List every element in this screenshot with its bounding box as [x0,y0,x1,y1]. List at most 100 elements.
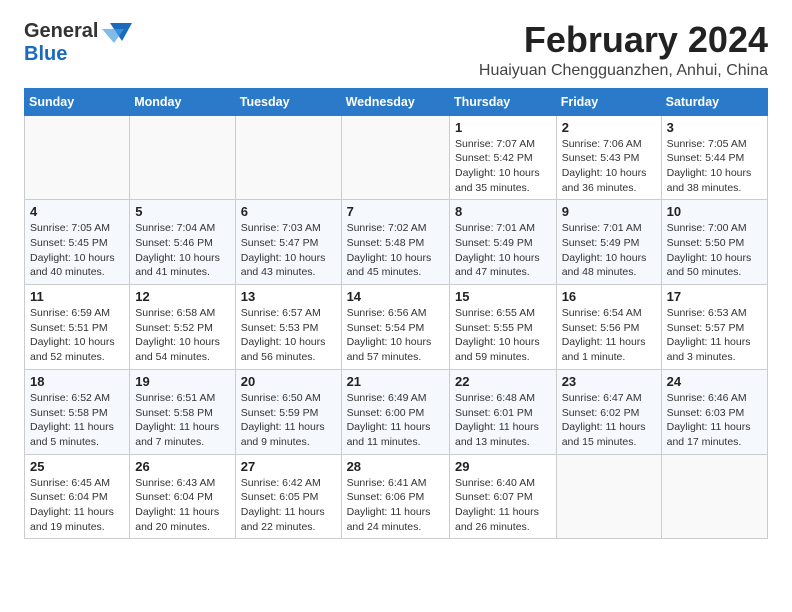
page-header: General Blue February 2024 Huaiyuan Chen… [24,20,768,80]
day-info: Sunrise: 6:41 AM Sunset: 6:06 PM Dayligh… [347,476,444,535]
day-number: 1 [455,120,551,135]
day-number: 14 [347,289,444,304]
day-number: 19 [135,374,230,389]
day-info: Sunrise: 7:05 AM Sunset: 5:45 PM Dayligh… [30,221,124,280]
day-number: 12 [135,289,230,304]
calendar-cell: 17Sunrise: 6:53 AM Sunset: 5:57 PM Dayli… [661,285,767,370]
day-info: Sunrise: 6:54 AM Sunset: 5:56 PM Dayligh… [562,306,656,365]
day-number: 9 [562,204,656,219]
calendar-cell: 1 Sunrise: 7:07 AM Sunset: 5:42 PM Daylig… [449,115,556,200]
logo-general: General [24,20,98,43]
day-number: 7 [347,204,444,219]
calendar-cell: 16 Sunrise: 6:54 AM Sunset: 5:56 PM Dayli… [556,285,661,370]
day-info: Sunrise: 6:55 AM Sunset: 5:55 PM Dayligh… [455,306,551,365]
day-info: Sunrise: 6:49 AM Sunset: 6:00 PM Dayligh… [347,391,444,450]
calendar-cell: 24 Sunrise: 6:46 AM Sunset: 6:03 PM Dayli… [661,369,767,454]
day-info: Sunrise: 6:47 AM Sunset: 6:02 PM Dayligh… [562,391,656,450]
day-info: Sunrise: 7:00 AM Sunset: 5:50 PM Dayligh… [667,221,762,280]
calendar-cell: 15 Sunrise: 6:55 AM Sunset: 5:55 PM Dayli… [449,285,556,370]
day-number: 15 [455,289,551,304]
calendar-week-5: 25 Sunrise: 6:45 AM Sunset: 6:04 PM Dayli… [25,454,768,539]
calendar-subtitle: Huaiyuan Chengguanzhen, Anhui, China [479,62,768,80]
calendar-cell [235,115,341,200]
day-info: Sunrise: 6:46 AM Sunset: 6:03 PM Dayligh… [667,391,762,450]
calendar-cell: 22 Sunrise: 6:48 AM Sunset: 6:01 PM Dayli… [449,369,556,454]
calendar-cell: 26 Sunrise: 6:43 AM Sunset: 6:04 PM Dayli… [130,454,236,539]
day-info: Sunrise: 7:02 AM Sunset: 5:48 PM Dayligh… [347,221,444,280]
day-info: Sunrise: 6:59 AM Sunset: 5:51 PM Dayligh… [30,306,124,365]
calendar-cell: 9 Sunrise: 7:01 AM Sunset: 5:49 PM Daylig… [556,200,661,285]
day-number: 10 [667,204,762,219]
day-number: 11 [30,289,124,304]
day-number: 25 [30,459,124,474]
calendar-cell: 25 Sunrise: 6:45 AM Sunset: 6:04 PM Dayli… [25,454,130,539]
calendar-cell: 14 Sunrise: 6:56 AM Sunset: 5:54 PM Dayli… [341,285,449,370]
calendar-week-2: 4 Sunrise: 7:05 AM Sunset: 5:45 PM Daylig… [25,200,768,285]
calendar-cell: 28 Sunrise: 6:41 AM Sunset: 6:06 PM Dayli… [341,454,449,539]
day-number: 5 [135,204,230,219]
day-number: 26 [135,459,230,474]
day-info: Sunrise: 6:58 AM Sunset: 5:52 PM Dayligh… [135,306,230,365]
calendar-cell: 13 Sunrise: 6:57 AM Sunset: 5:53 PM Dayli… [235,285,341,370]
header-day-thursday: Thursday [449,88,556,115]
calendar-cell: 8 Sunrise: 7:01 AM Sunset: 5:49 PM Daylig… [449,200,556,285]
calendar-cell [341,115,449,200]
calendar-cell: 27 Sunrise: 6:42 AM Sunset: 6:05 PM Dayli… [235,454,341,539]
calendar-header-row: SundayMondayTuesdayWednesdayThursdayFrid… [25,88,768,115]
calendar-cell: 18Sunrise: 6:52 AM Sunset: 5:58 PM Dayli… [25,369,130,454]
day-info: Sunrise: 7:06 AM Sunset: 5:43 PM Dayligh… [562,137,656,196]
day-number: 16 [562,289,656,304]
calendar-cell [130,115,236,200]
day-number: 28 [347,459,444,474]
day-info: Sunrise: 6:45 AM Sunset: 6:04 PM Dayligh… [30,476,124,535]
day-number: 22 [455,374,551,389]
logo-icon [102,21,132,43]
day-number: 29 [455,459,551,474]
day-number: 3 [667,120,762,135]
day-info: Sunrise: 7:07 AM Sunset: 5:42 PM Dayligh… [455,137,551,196]
day-number: 4 [30,204,124,219]
day-number: 18 [30,374,124,389]
day-info: Sunrise: 7:01 AM Sunset: 5:49 PM Dayligh… [455,221,551,280]
calendar-cell: 29 Sunrise: 6:40 AM Sunset: 6:07 PM Dayli… [449,454,556,539]
day-info: Sunrise: 6:50 AM Sunset: 5:59 PM Dayligh… [241,391,336,450]
calendar-cell: 21 Sunrise: 6:49 AM Sunset: 6:00 PM Dayli… [341,369,449,454]
day-info: Sunrise: 6:40 AM Sunset: 6:07 PM Dayligh… [455,476,551,535]
logo-blue: Blue [24,43,67,65]
day-info: Sunrise: 7:05 AM Sunset: 5:44 PM Dayligh… [667,137,762,196]
day-info: Sunrise: 6:48 AM Sunset: 6:01 PM Dayligh… [455,391,551,450]
day-info: Sunrise: 6:43 AM Sunset: 6:04 PM Dayligh… [135,476,230,535]
day-info: Sunrise: 6:42 AM Sunset: 6:05 PM Dayligh… [241,476,336,535]
day-number: 21 [347,374,444,389]
day-info: Sunrise: 7:01 AM Sunset: 5:49 PM Dayligh… [562,221,656,280]
calendar-cell: 7 Sunrise: 7:02 AM Sunset: 5:48 PM Daylig… [341,200,449,285]
day-info: Sunrise: 6:53 AM Sunset: 5:57 PM Dayligh… [667,306,762,365]
calendar-week-4: 18Sunrise: 6:52 AM Sunset: 5:58 PM Dayli… [25,369,768,454]
calendar-cell: 5Sunrise: 7:04 AM Sunset: 5:46 PM Daylig… [130,200,236,285]
day-info: Sunrise: 7:03 AM Sunset: 5:47 PM Dayligh… [241,221,336,280]
calendar-cell: 2Sunrise: 7:06 AM Sunset: 5:43 PM Daylig… [556,115,661,200]
day-info: Sunrise: 6:51 AM Sunset: 5:58 PM Dayligh… [135,391,230,450]
calendar-table: SundayMondayTuesdayWednesdayThursdayFrid… [24,88,768,540]
day-number: 24 [667,374,762,389]
header-day-sunday: Sunday [25,88,130,115]
header-day-saturday: Saturday [661,88,767,115]
day-info: Sunrise: 6:57 AM Sunset: 5:53 PM Dayligh… [241,306,336,365]
calendar-cell [25,115,130,200]
day-number: 8 [455,204,551,219]
header-day-friday: Friday [556,88,661,115]
day-number: 13 [241,289,336,304]
day-number: 20 [241,374,336,389]
calendar-cell: 19 Sunrise: 6:51 AM Sunset: 5:58 PM Dayli… [130,369,236,454]
day-info: Sunrise: 6:56 AM Sunset: 5:54 PM Dayligh… [347,306,444,365]
title-block: February 2024 Huaiyuan Chengguanzhen, An… [479,20,768,80]
calendar-cell: 20 Sunrise: 6:50 AM Sunset: 5:59 PM Dayli… [235,369,341,454]
day-number: 23 [562,374,656,389]
header-day-tuesday: Tuesday [235,88,341,115]
calendar-cell: 3 Sunrise: 7:05 AM Sunset: 5:44 PM Daylig… [661,115,767,200]
calendar-title: February 2024 [479,20,768,60]
day-number: 27 [241,459,336,474]
calendar-week-1: 1 Sunrise: 7:07 AM Sunset: 5:42 PM Daylig… [25,115,768,200]
header-day-wednesday: Wednesday [341,88,449,115]
calendar-cell: 4 Sunrise: 7:05 AM Sunset: 5:45 PM Daylig… [25,200,130,285]
